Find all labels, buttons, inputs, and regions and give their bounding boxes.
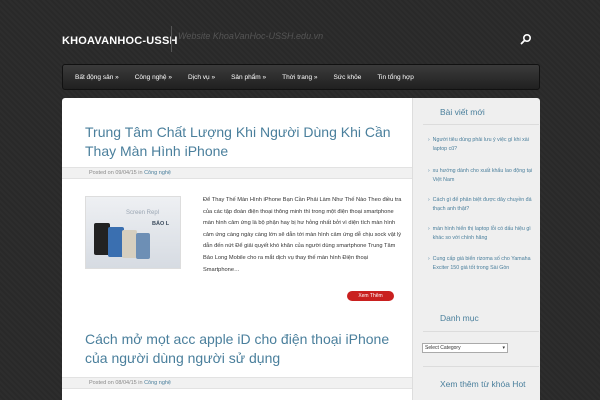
recent-post-link[interactable]: Người tiêu dùng phải lưu ý việc gì khi x… bbox=[433, 136, 534, 154]
recent-post-item[interactable]: › Cách gì để phân biệt được dây chuyền đ… bbox=[428, 196, 534, 214]
site-description: Website KhoaVanHoc-USSH.edu.vn bbox=[178, 31, 324, 41]
nav-item-bat-dong-san[interactable]: Bất động sản » bbox=[67, 74, 127, 81]
bullet-icon: › bbox=[428, 197, 430, 203]
post-category[interactable]: Công nghệ bbox=[144, 380, 171, 386]
post-thumbnail[interactable]: Screen Repl BẢO L bbox=[85, 196, 181, 269]
chevron-down-icon: ▾ bbox=[502, 345, 505, 351]
recent-post-link[interactable]: màn hình hiển thị laptop lỗi có dấu hiệu… bbox=[433, 225, 534, 243]
bullet-icon: › bbox=[428, 168, 430, 174]
bullet-icon: › bbox=[428, 256, 430, 262]
recent-post-link[interactable]: Cách gì để phân biệt được dây chuyền đá … bbox=[433, 196, 534, 214]
bullet-icon: › bbox=[428, 137, 430, 143]
widget-divider bbox=[423, 366, 539, 367]
nav-item-san-pham[interactable]: Sản phẩm » bbox=[223, 74, 274, 81]
in-label: in bbox=[138, 170, 143, 176]
widget-divider bbox=[423, 124, 539, 125]
thumbnail-caption: Screen Repl bbox=[126, 210, 160, 216]
sidebar: Bài viết mới › Người tiêu dùng phải lưu … bbox=[412, 98, 540, 400]
categories-title: Danh mục bbox=[440, 313, 479, 323]
widget-divider bbox=[423, 331, 539, 332]
title-divider bbox=[171, 26, 172, 52]
post-meta: Posted on 09/04/15 in Công nghệ bbox=[62, 167, 412, 179]
recent-post-link[interactable]: Cung cấp giá biển rizoma số cho Yamaha E… bbox=[433, 255, 534, 273]
phone-image bbox=[136, 233, 150, 259]
post-category[interactable]: Công nghệ bbox=[144, 170, 171, 176]
recent-post-item[interactable]: › Cung cấp giá biển rizoma số cho Yamaha… bbox=[428, 255, 534, 273]
nav-item-thoi-trang[interactable]: Thời trang » bbox=[274, 74, 325, 81]
main-nav: Bất động sản » Công nghệ » Dịch vụ » Sản… bbox=[62, 64, 540, 90]
nav-item-suc-khoe[interactable]: Sức khỏe bbox=[325, 74, 369, 81]
posted-on-label: Posted on bbox=[89, 380, 114, 386]
post-title[interactable]: Trung Tâm Chất Lượng Khi Người Dùng Khi … bbox=[85, 123, 407, 161]
phone-image bbox=[122, 230, 137, 258]
main-content: Trung Tâm Chất Lượng Khi Người Dùng Khi … bbox=[62, 98, 412, 400]
bullet-icon: › bbox=[428, 226, 430, 232]
site-title[interactable]: KHOAVANHOC-USSH bbox=[62, 35, 178, 47]
recent-post-item[interactable]: › màn hình hiển thị laptop lỗi có dấu hi… bbox=[428, 225, 534, 243]
recent-post-item[interactable]: › xu hướng dành cho xuất khẩu lao động t… bbox=[428, 167, 534, 185]
nav-item-tin-tong-hop[interactable]: Tin tổng hợp bbox=[369, 74, 422, 81]
post-excerpt: Để Thay Thế Màn Hình iPhone Bạn Cần Phải… bbox=[203, 197, 402, 273]
recent-posts-title: Bài viết mới bbox=[440, 107, 485, 117]
recent-post-item[interactable]: › Người tiêu dùng phải lưu ý việc gì khi… bbox=[428, 136, 534, 154]
search-icon[interactable] bbox=[520, 33, 532, 45]
category-select[interactable]: Select Category ▾ bbox=[422, 343, 508, 353]
post-meta: Posted on 08/04/15 in Công nghệ bbox=[62, 377, 412, 389]
in-label: in bbox=[138, 380, 143, 386]
nav-item-cong-nghe[interactable]: Công nghệ » bbox=[127, 74, 180, 81]
read-more-button[interactable]: Xem Thêm bbox=[347, 291, 394, 301]
post-title[interactable]: Cách mở mọt acc apple iD cho điện thoại … bbox=[85, 330, 407, 368]
post-date[interactable]: 09/04/15 bbox=[115, 170, 136, 176]
recent-post-link[interactable]: xu hướng dành cho xuất khẩu lao động tại… bbox=[433, 167, 534, 185]
nav-item-dich-vu[interactable]: Dịch vụ » bbox=[180, 74, 223, 81]
tags-title: Xem thêm từ khóa Hot bbox=[440, 379, 526, 389]
thumbnail-caption-bold: BẢO L bbox=[152, 221, 170, 227]
post-date[interactable]: 08/04/15 bbox=[115, 380, 136, 386]
posted-on-label: Posted on bbox=[89, 170, 114, 176]
category-select-value: Select Category bbox=[425, 345, 461, 351]
